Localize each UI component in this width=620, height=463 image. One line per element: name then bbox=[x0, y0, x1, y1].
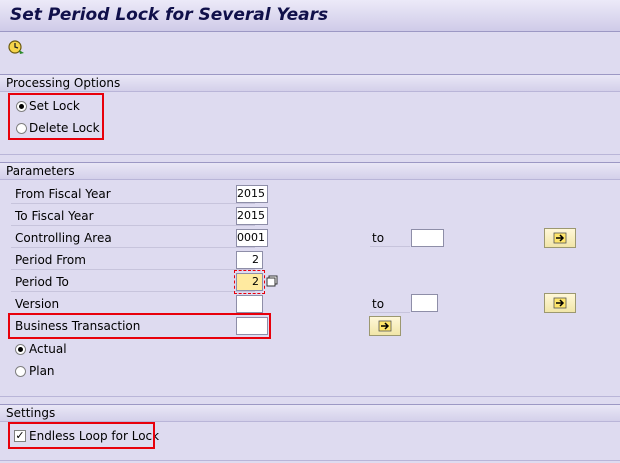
application-toolbar bbox=[0, 32, 620, 68]
section-divider bbox=[0, 396, 620, 397]
parameters-header: Parameters bbox=[0, 162, 620, 180]
section-divider bbox=[0, 460, 620, 461]
parameters-title: Parameters bbox=[6, 164, 75, 178]
period-from-label: Period From bbox=[11, 253, 255, 270]
actual-radio[interactable] bbox=[15, 344, 26, 355]
highlight-box-business-transaction bbox=[8, 313, 271, 339]
controlling-area-field[interactable]: 0001 bbox=[236, 229, 268, 247]
required-field-marker bbox=[234, 270, 265, 294]
possible-entries-icon[interactable] bbox=[266, 275, 278, 287]
version-to-field[interactable] bbox=[411, 294, 438, 312]
plan-radio[interactable] bbox=[15, 366, 26, 377]
actual-label: Actual bbox=[29, 342, 67, 356]
plan-label: Plan bbox=[29, 364, 55, 378]
section-divider bbox=[0, 154, 620, 155]
to-fiscal-year-label: To Fiscal Year bbox=[11, 209, 255, 226]
to-underline bbox=[370, 312, 410, 313]
settings-title: Settings bbox=[6, 406, 56, 420]
controlling-area-to-field[interactable] bbox=[411, 229, 444, 247]
version-multiple-selection-button[interactable] bbox=[544, 293, 576, 313]
version-field[interactable] bbox=[236, 295, 263, 313]
business-transaction-multiple-selection-button[interactable] bbox=[369, 316, 401, 336]
to-underline bbox=[370, 246, 410, 247]
from-fiscal-year-label: From Fiscal Year bbox=[11, 187, 255, 204]
controlling-area-to-label: to bbox=[372, 231, 385, 245]
processing-options-title: Processing Options bbox=[6, 76, 121, 90]
controlling-area-label: Controlling Area bbox=[11, 231, 255, 248]
highlight-box-settings bbox=[8, 422, 155, 449]
arrow-right-icon bbox=[378, 320, 392, 332]
highlight-box-processing bbox=[8, 93, 104, 140]
to-fiscal-year-field[interactable]: 2015 bbox=[236, 207, 268, 225]
controlling-area-multiple-selection-button[interactable] bbox=[544, 228, 576, 248]
processing-options-header: Processing Options bbox=[0, 74, 620, 92]
page-title: Set Period Lock for Several Years bbox=[10, 5, 329, 25]
version-label: Version bbox=[11, 297, 255, 314]
settings-header: Settings bbox=[0, 404, 620, 422]
arrow-right-icon bbox=[553, 297, 567, 309]
arrow-right-icon bbox=[553, 232, 567, 244]
period-to-label: Period To bbox=[11, 275, 255, 292]
from-fiscal-year-field[interactable]: 2015 bbox=[236, 185, 268, 203]
period-from-field[interactable]: 2 bbox=[236, 251, 263, 269]
version-to-label: to bbox=[372, 297, 385, 311]
execute-icon[interactable] bbox=[7, 38, 25, 56]
